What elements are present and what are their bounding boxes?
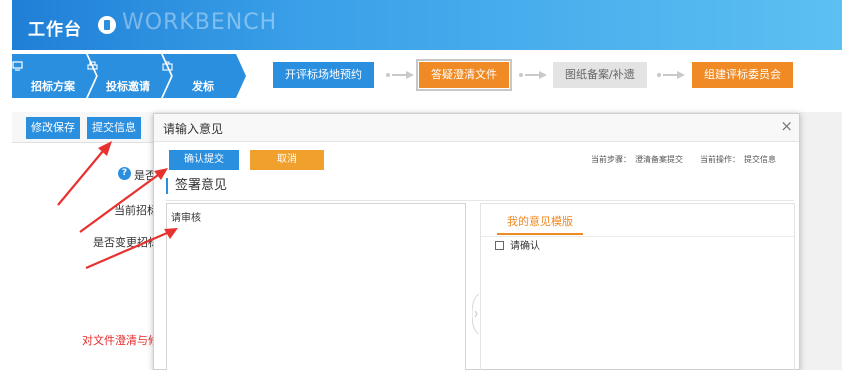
app-title: 工作台 [28,20,82,40]
section-divider [166,200,794,201]
step-arrow-icon [519,71,547,79]
current-step-label: 当前步骤： [591,155,631,164]
phase-label: 投标邀请 [106,80,150,93]
app-header: 工作台 WORKBENCH [12,0,842,50]
workbench-screen: 工作台 WORKBENCH 招标方案 投标邀请 发标 开评标场地预约 答疑澄清文… [0,0,842,370]
template-item[interactable]: 请确认 [495,238,540,256]
phase-tab-issue-bid[interactable]: 发标 [162,54,246,98]
confirm-submit-button[interactable]: 确认提交 [169,150,239,170]
tab-my-templates[interactable]: 我的意见模版 [497,209,583,235]
opinion-textarea[interactable]: 请审核 [166,203,466,370]
dialog-header: 请输入意见 × [154,114,799,142]
current-operation-label: 当前操作： [700,155,740,164]
current-operation-value: 提交信息 [744,155,776,164]
step-venue-booking[interactable]: 开评标场地预约 [273,62,374,88]
step-evaluation-committee[interactable]: 组建评标委员会 [692,62,793,88]
submit-info-button[interactable]: 提交信息 [87,117,141,139]
close-icon[interactable]: × [780,117,793,135]
checkbox-icon[interactable] [495,241,504,250]
phase-tab-bid-invitation[interactable]: 投标邀请 [87,54,171,98]
opinion-dialog: 请输入意见 × 确认提交 取消 当前步骤： 澄清备案提交 当前操作： 提交信息 … [153,113,800,370]
question-icon: ? [118,167,131,180]
step-arrow-icon [386,71,414,79]
power-logo-icon [98,16,116,34]
save-changes-button[interactable]: 修改保存 [26,117,80,139]
page-right-strip [800,112,842,370]
app-subtitle: WORKBENCH [122,10,278,35]
step-arrow-icon [657,71,685,79]
clarification-note: 对文件澄清与修 [82,334,159,347]
dialog-title: 请输入意见 [163,122,224,136]
phase-label: 发标 [192,80,214,93]
panel-splitter-handle[interactable] [472,294,480,334]
step-clarification-file[interactable]: 答疑澄清文件 [416,59,512,91]
phase-label: 招标方案 [31,80,75,93]
change-bid-label: 是否变更招标 [93,236,159,249]
current-step-value: 澄清备案提交 [635,155,683,164]
cancel-button[interactable]: 取消 [250,150,324,170]
template-item-label: 请确认 [510,241,540,252]
tab-underline [481,236,794,237]
phase-tab-bidding-plan[interactable]: 招标方案 [12,54,96,98]
section-title: 签署意见 [166,178,227,194]
current-bid-label: 当前招标 [114,204,158,217]
step-drawing-filing[interactable]: 图纸备案/补遗 [553,62,647,88]
template-panel: 我的意见模版 请确认 [480,203,795,370]
